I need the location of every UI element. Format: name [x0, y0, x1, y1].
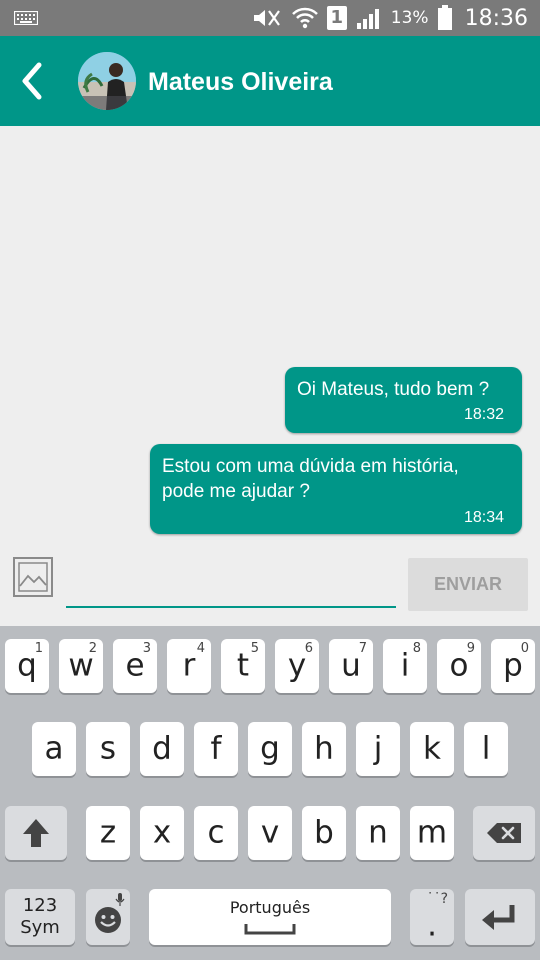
key-label: e [125, 647, 145, 684]
key-u[interactable]: 7u [329, 639, 373, 693]
status-bar: 1 13% 18:36 [0, 0, 540, 36]
symbols-key[interactable]: 123 Sym [5, 889, 75, 945]
clock: 18:36 [464, 5, 528, 31]
key-label: w [68, 647, 94, 684]
key-a[interactable]: a [32, 722, 76, 776]
symbols-key-line2: Sym [20, 917, 60, 938]
key-label: v [260, 814, 280, 851]
key-s[interactable]: s [86, 722, 130, 776]
key-label: c [207, 814, 225, 851]
key-label: h [314, 730, 334, 767]
message-text: Estou com uma dúvida em história, pode m… [162, 456, 459, 502]
key-i[interactable]: 8i [383, 639, 427, 693]
message-bubble: Estou com uma dúvida em história, pode m… [150, 444, 522, 534]
key-label: s [99, 730, 117, 767]
sim-icon: 1 [326, 6, 347, 30]
key-j[interactable]: j [356, 722, 400, 776]
key-y[interactable]: 6y [275, 639, 319, 693]
keyboard-indicator-icon [14, 11, 38, 25]
key-k[interactable]: k [410, 722, 454, 776]
key-h[interactable]: h [302, 722, 346, 776]
key-p[interactable]: 0p [491, 639, 535, 693]
key-v[interactable]: v [248, 806, 292, 860]
contact-avatar[interactable] [78, 52, 136, 110]
space-language-label: Português [229, 898, 311, 917]
message-composer: ENVIAR [0, 546, 540, 626]
key-x[interactable]: x [140, 806, 184, 860]
key-z[interactable]: z [86, 806, 130, 860]
enter-key[interactable] [465, 889, 535, 945]
message-list: Oi Mateus, tudo bem ? 18:32 Estou com um… [0, 126, 540, 546]
enter-icon [482, 905, 515, 930]
key-label: m [416, 814, 448, 851]
key-label: i [400, 647, 410, 684]
space-key[interactable]: Português [149, 889, 391, 945]
attach-image-button[interactable] [12, 556, 54, 598]
soft-keyboard: 1q 2w 3e 4r 5t 6y 7u 8i 9o 0p a s d f g … [0, 626, 540, 960]
key-l[interactable]: l [464, 722, 508, 776]
key-c[interactable]: c [194, 806, 238, 860]
key-e[interactable]: 3e [113, 639, 157, 693]
key-label: r [182, 647, 196, 684]
battery-icon [437, 5, 452, 30]
key-hint: ˙˙? [426, 891, 448, 907]
key-label: z [99, 814, 117, 851]
message-bubble: Oi Mateus, tudo bem ? 18:32 [285, 367, 522, 433]
key-label: . [427, 907, 437, 944]
emoji-voice-key[interactable] [86, 889, 130, 945]
key-label: d [152, 730, 172, 767]
key-f[interactable]: f [194, 722, 238, 776]
space-icon [244, 924, 296, 935]
image-icon [13, 557, 53, 597]
key-label: a [44, 730, 64, 767]
wifi-icon [291, 7, 318, 29]
battery-percent: 13% [390, 8, 429, 28]
key-label: l [481, 730, 491, 767]
key-label: u [341, 647, 361, 684]
chat-header: Mateus Oliveira [0, 36, 540, 126]
message-input[interactable] [66, 568, 396, 608]
key-label: j [373, 730, 383, 767]
key-label: t [236, 647, 250, 684]
key-r[interactable]: 4r [167, 639, 211, 693]
key-d[interactable]: d [140, 722, 184, 776]
key-w[interactable]: 2w [59, 639, 103, 693]
key-label: q [17, 647, 37, 684]
message-time: 18:32 [463, 406, 504, 423]
contact-name: Mateus Oliveira [148, 68, 333, 96]
signal-icon [356, 9, 379, 29]
key-m[interactable]: m [410, 806, 454, 860]
key-label: b [314, 814, 334, 851]
key-label: o [449, 647, 469, 684]
key-label: f [210, 730, 222, 767]
key-q[interactable]: 1q [5, 639, 49, 693]
key-t[interactable]: 5t [221, 639, 265, 693]
key-g[interactable]: g [248, 722, 292, 776]
key-o[interactable]: 9o [437, 639, 481, 693]
key-b[interactable]: b [302, 806, 346, 860]
key-label: g [260, 730, 280, 767]
shift-key[interactable] [5, 806, 67, 860]
emoji-icon [95, 907, 121, 933]
send-button[interactable]: ENVIAR [408, 558, 528, 611]
message-time: 18:34 [463, 509, 504, 526]
key-n[interactable]: n [356, 806, 400, 860]
chevron-left-icon [22, 62, 42, 100]
key-label: p [503, 647, 523, 684]
backspace-icon [487, 823, 521, 843]
symbols-key-line1: 123 [22, 895, 58, 916]
mute-icon [253, 10, 280, 26]
shift-icon [23, 819, 49, 847]
key-label: k [423, 730, 441, 767]
message-text: Oi Mateus, tudo bem ? [297, 379, 490, 400]
key-label: n [368, 814, 388, 851]
key-label: x [152, 814, 172, 851]
mic-icon [115, 893, 125, 906]
backspace-key[interactable] [473, 806, 535, 860]
back-button[interactable] [10, 56, 54, 106]
period-key[interactable]: ˙˙? . [410, 889, 454, 945]
sim-slot-number: 1 [330, 7, 344, 28]
key-label: y [287, 647, 307, 684]
